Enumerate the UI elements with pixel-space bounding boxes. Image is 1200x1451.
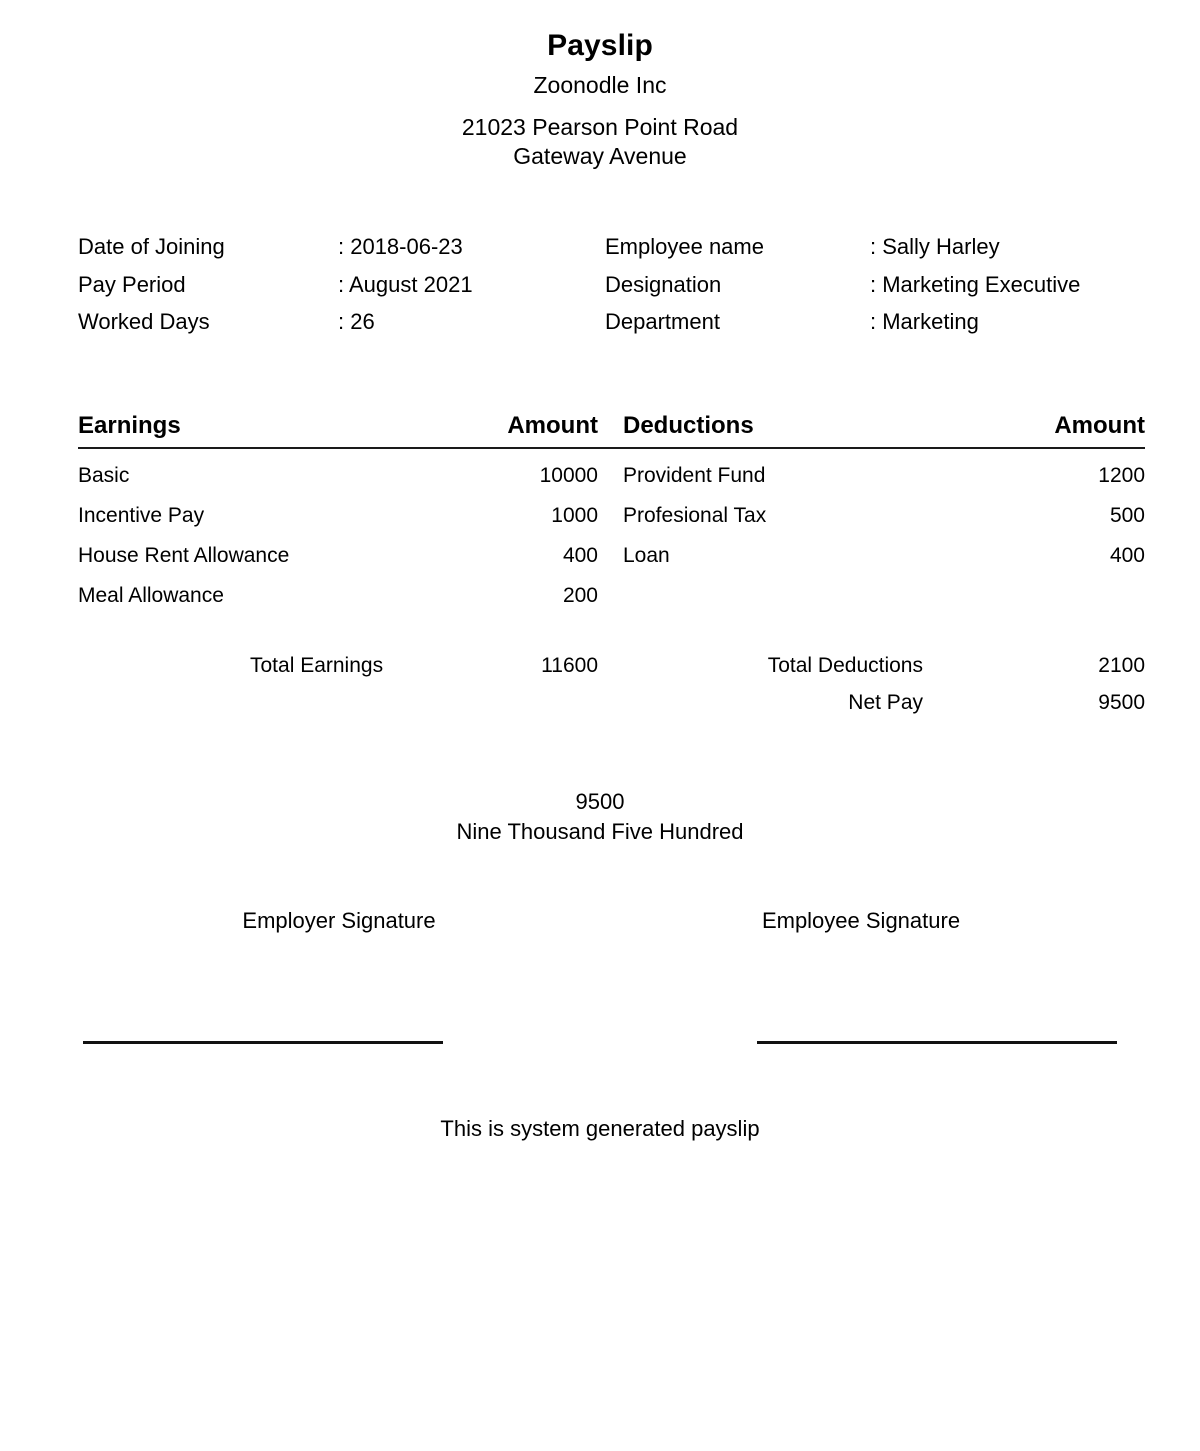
detail-label-pay-period: Pay Period [78,271,186,297]
detail-labels-right: Employee name Designation Department [605,228,870,341]
earnings-name-column: Basic Incentive Pay House Rent Allowance… [78,456,426,616]
table-row: 400 [1109,543,1145,567]
detail-value-worked-days: : 26 [338,309,375,334]
employee-details: Date of Joining Pay Period Worked Days :… [0,228,1200,341]
net-pay-label: Net Pay [848,690,923,714]
page-title: Payslip [547,29,653,62]
table-row: 500 [1109,503,1145,527]
detail-value-department: : Marketing [870,309,979,334]
detail-label-department: Department [605,309,720,334]
detail-label-date-of-joining: Date of Joining [78,234,225,259]
table-row: Provident Fund [623,463,766,487]
table-row: House Rent Allowance [78,543,290,567]
table-row: Incentive Pay [78,503,205,527]
table-row: 1000 [551,503,598,527]
total-deductions-label: Total Deductions [767,653,923,677]
earnings-amount-column: 10000 1000 400 200 [426,456,598,616]
detail-label-employee-name: Employee name [605,234,764,259]
employer-signature-label: Employer Signature [242,907,436,933]
detail-value-date-of-joining: : 2018-06-23 [338,234,463,259]
document-header: Payslip Zoonodle Inc 21023 Pearson Point… [0,0,1200,171]
signature-lines [0,1040,1200,1044]
totals-earnings: Total Earnings 11600 [78,647,598,721]
table-row-spacer [928,576,1145,616]
payslip-document: Payslip Zoonodle Inc 21023 Pearson Point… [0,0,1200,1451]
employer-signature-line [83,1040,443,1044]
table-row: Profesional Tax [623,503,767,527]
totals-section: Total Earnings 11600 Total Deductions Ne… [0,647,1200,721]
total-deductions-amount: 2100 [1098,653,1145,677]
totals-deductions-amounts: 2100 9500 [945,647,1145,721]
net-pay-summary-amount: 9500 [575,788,625,814]
column-header-earnings-amount: Amount [507,411,598,439]
column-header-deductions: Deductions [623,411,754,439]
employee-signature-label: Employee Signature [761,907,961,933]
employee-details-left-column: Date of Joining Pay Period Worked Days :… [78,228,605,341]
net-pay-amount: 9500 [1098,690,1145,714]
table-row: 400 [562,543,598,567]
detail-label-worked-days: Worked Days [78,309,210,334]
table-header-row: Earnings Amount Deductions Amount [78,410,1145,442]
detail-label-designation: Designation [605,271,722,297]
table-row: 200 [562,583,598,607]
table-row: Basic [78,463,130,487]
table-row: Loan [623,543,670,567]
column-header-earnings: Earnings [78,411,181,439]
totals-deductions-labels: Total Deductions Net Pay [598,647,945,721]
company-address: 21023 Pearson Point Road Gateway Avenue [0,113,1200,171]
employee-signature-line [757,1040,1117,1044]
deductions-amount-column: 1200 500 400 [928,456,1145,616]
detail-value-designation: : Marketing Executive [870,271,1081,297]
detail-value-employee-name: : Sally Harley [870,234,1000,259]
table-row: Meal Allowance [78,583,224,607]
signature-labels: Employer Signature Employee Signature [0,906,1200,936]
table-row: 1200 [1098,463,1145,487]
column-header-deductions-amount: Amount [1054,411,1145,439]
detail-labels-left: Date of Joining Pay Period Worked Days [78,228,338,341]
table-row: 10000 [539,463,598,487]
net-pay-summary: 9500 Nine Thousand Five Hundred [0,787,1200,847]
table-body: Basic Incentive Pay House Rent Allowance… [78,449,1145,616]
totals-deductions: Total Deductions Net Pay 2100 9500 [598,647,1145,721]
employee-details-right-column: Employee name Designation Department : S… [605,228,1122,341]
detail-value-pay-period: : August 2021 [338,271,473,297]
earnings-deductions-table: Earnings Amount Deductions Amount Basic … [0,410,1200,616]
table-row-spacer [623,576,928,616]
company-address-line-2: Gateway Avenue [513,143,687,169]
company-name: Zoonodle Inc [533,72,667,98]
footer-note: This is system generated payslip [440,1115,760,1141]
detail-values-right: : Sally Harley : Marketing Executive : M… [870,228,1080,341]
company-address-line-1: 21023 Pearson Point Road [461,114,739,140]
net-pay-summary-in-words: Nine Thousand Five Hundred [456,818,744,844]
detail-values-left: : 2018-06-23 : August 2021 : 26 [338,228,473,341]
total-earnings-amount: 11600 [541,653,598,677]
total-earnings-label: Total Earnings [250,653,384,677]
deductions-name-column: Provident Fund Profesional Tax Loan [598,456,928,616]
